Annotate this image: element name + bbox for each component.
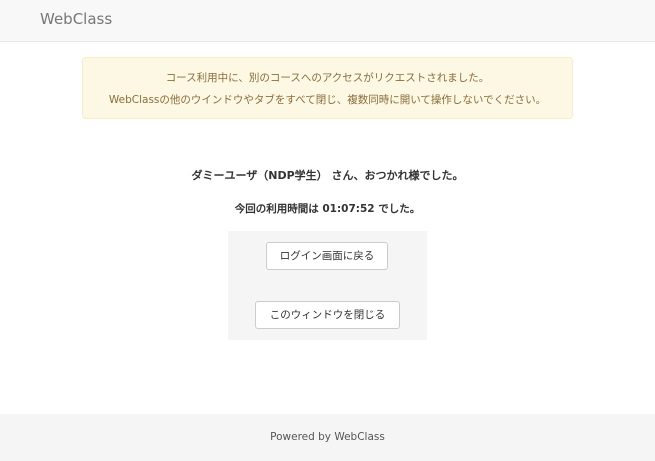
usage-time-text: 今回の利用時間は 01:07:52 でした。 (234, 203, 421, 215)
navbar: WebClass (0, 0, 655, 42)
alert-message-1: コース利用中に、別のコースへのアクセスがリクエストされました。 (165, 72, 490, 84)
close-window-button[interactable]: このウィンドウを閉じる (255, 301, 400, 329)
brand-link[interactable]: WebClass (40, 10, 112, 28)
footer-text: Powered by WebClass (270, 431, 385, 443)
alert-message-2: WebClassの他のウインドウやタブをすべて閉じ、複数同時に開いて操作しないで… (108, 94, 547, 106)
footer: Powered by WebClass (0, 414, 655, 461)
greeting-text: ダミーユーザ（NDP学生） さん、おつかれ様でした。 (191, 169, 464, 182)
actions-panel: ログイン画面に戻る このウィンドウを閉じる (228, 231, 427, 340)
warning-alert: コース利用中に、別のコースへのアクセスがリクエストされました。 WebClass… (82, 57, 573, 119)
back-to-login-button[interactable]: ログイン画面に戻る (266, 242, 388, 270)
